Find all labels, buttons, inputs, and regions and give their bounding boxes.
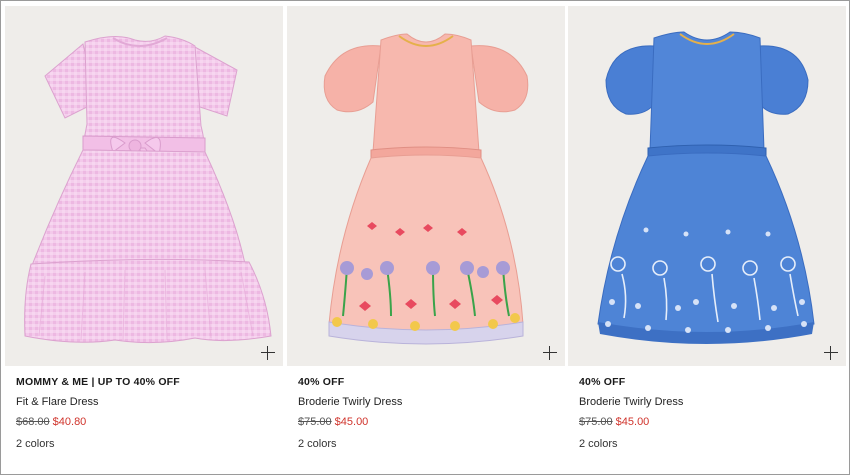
sale-price: $45.00 <box>334 416 369 428</box>
original-price: $75.00 <box>298 416 332 428</box>
product-name-link[interactable]: Broderie Twirly Dress <box>579 396 683 408</box>
original-price: $75.00 <box>579 416 613 428</box>
product-card[interactable]: MOMMY & ME | UP TO 40% OFF Fit & Flare D… <box>5 6 283 471</box>
sale-price: $45.00 <box>615 416 650 428</box>
quick-add-plus-icon[interactable] <box>543 346 557 360</box>
product-image[interactable] <box>5 6 283 366</box>
blue-twirly-dress-image <box>597 31 815 344</box>
price: $68.00 $40.80 <box>16 416 86 428</box>
quick-add-plus-icon[interactable] <box>261 346 275 360</box>
product-name-link[interactable]: Broderie Twirly Dress <box>298 396 402 408</box>
product-image[interactable] <box>568 6 846 366</box>
sale-price: $40.80 <box>52 416 87 428</box>
promo-label: MOMMY & ME | UP TO 40% OFF <box>16 376 180 388</box>
product-image[interactable] <box>287 6 565 366</box>
pink-twirly-dress-image <box>323 33 529 345</box>
product-card[interactable]: 40% OFF Broderie Twirly Dress $75.00 $45.… <box>568 6 846 471</box>
price: $75.00 $45.00 <box>298 416 368 428</box>
quick-add-plus-icon[interactable] <box>824 346 838 360</box>
color-count-link[interactable]: 2 colors <box>579 438 618 450</box>
original-price: $68.00 <box>16 416 50 428</box>
color-count-link[interactable]: 2 colors <box>16 438 55 450</box>
price: $75.00 $45.00 <box>579 416 649 428</box>
product-name-link[interactable]: Fit & Flare Dress <box>16 396 99 408</box>
promo-label: 40% OFF <box>579 376 626 388</box>
product-card[interactable]: 40% OFF Broderie Twirly Dress $75.00 $45.… <box>287 6 565 471</box>
color-count-link[interactable]: 2 colors <box>298 438 337 450</box>
product-grid: MOMMY & ME | UP TO 40% OFF Fit & Flare D… <box>5 6 846 471</box>
promo-label: 40% OFF <box>298 376 345 388</box>
pink-gingham-dress-image <box>24 35 272 344</box>
